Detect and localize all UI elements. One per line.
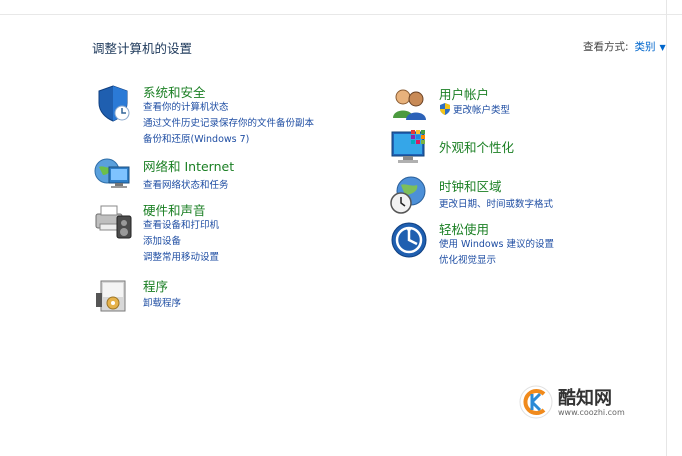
view-by-label: 查看方式: <box>583 41 629 53</box>
uac-shield-icon <box>440 103 450 115</box>
view-by-control: 查看方式: 类别 ▼ <box>583 39 666 54</box>
right-divider <box>666 0 667 456</box>
clock-globe-icon[interactable] <box>389 175 429 215</box>
link-change-account-type[interactable]: 更改帐户类型 <box>453 102 510 116</box>
link-change-date-time-format[interactable]: 更改日期、时间或数字格式 <box>439 196 553 210</box>
link-uninstall-program[interactable]: 卸载程序 <box>143 295 181 309</box>
link-optimize-visual-display[interactable]: 优化视觉显示 <box>439 252 496 266</box>
link-add-device[interactable]: 添加设备 <box>143 233 181 247</box>
category-network-internet[interactable]: 网络和 Internet <box>143 156 234 175</box>
control-panel-window: 调整计算机的设置 查看方式: 类别 ▼ 系统和安全 查看你的计算机状态 通过文件历史… <box>0 0 682 456</box>
link-file-history[interactable]: 通过文件历史记录保存你的文件备份副本 <box>143 115 314 129</box>
personalization-monitor-icon[interactable] <box>389 128 429 168</box>
category-programs[interactable]: 程序 <box>143 276 168 295</box>
programs-icon[interactable] <box>93 275 133 315</box>
network-globe-icon[interactable] <box>93 155 133 195</box>
view-by-dropdown[interactable]: 类别 <box>635 41 656 53</box>
category-appearance-personalization[interactable]: 外观和个性化 <box>439 137 514 156</box>
chevron-down-icon[interactable]: ▼ <box>660 43 666 52</box>
ease-of-access-icon[interactable] <box>389 220 429 260</box>
users-icon[interactable] <box>389 84 429 124</box>
link-backup-restore[interactable]: 备份和还原(Windows 7) <box>143 131 249 145</box>
printer-speaker-icon[interactable] <box>93 200 133 240</box>
coozhi-logo-icon <box>519 385 553 419</box>
link-mobility-settings[interactable]: 调整常用移动设置 <box>143 249 219 263</box>
top-divider <box>0 14 682 15</box>
category-user-accounts[interactable]: 用户帐户 <box>439 84 489 103</box>
link-windows-recommended-settings[interactable]: 使用 Windows 建议的设置 <box>439 236 554 250</box>
link-network-status[interactable]: 查看网络状态和任务 <box>143 177 229 191</box>
link-devices-printers[interactable]: 查看设备和打印机 <box>143 217 219 231</box>
watermark-name: 酷知网 <box>558 388 612 409</box>
page-title: 调整计算机的设置 <box>92 41 193 56</box>
link-view-computer-status[interactable]: 查看你的计算机状态 <box>143 99 229 113</box>
category-clock-region[interactable]: 时钟和区域 <box>439 176 502 195</box>
shield-icon[interactable] <box>93 83 133 123</box>
watermark-url: www.coozhi.com <box>558 408 625 417</box>
